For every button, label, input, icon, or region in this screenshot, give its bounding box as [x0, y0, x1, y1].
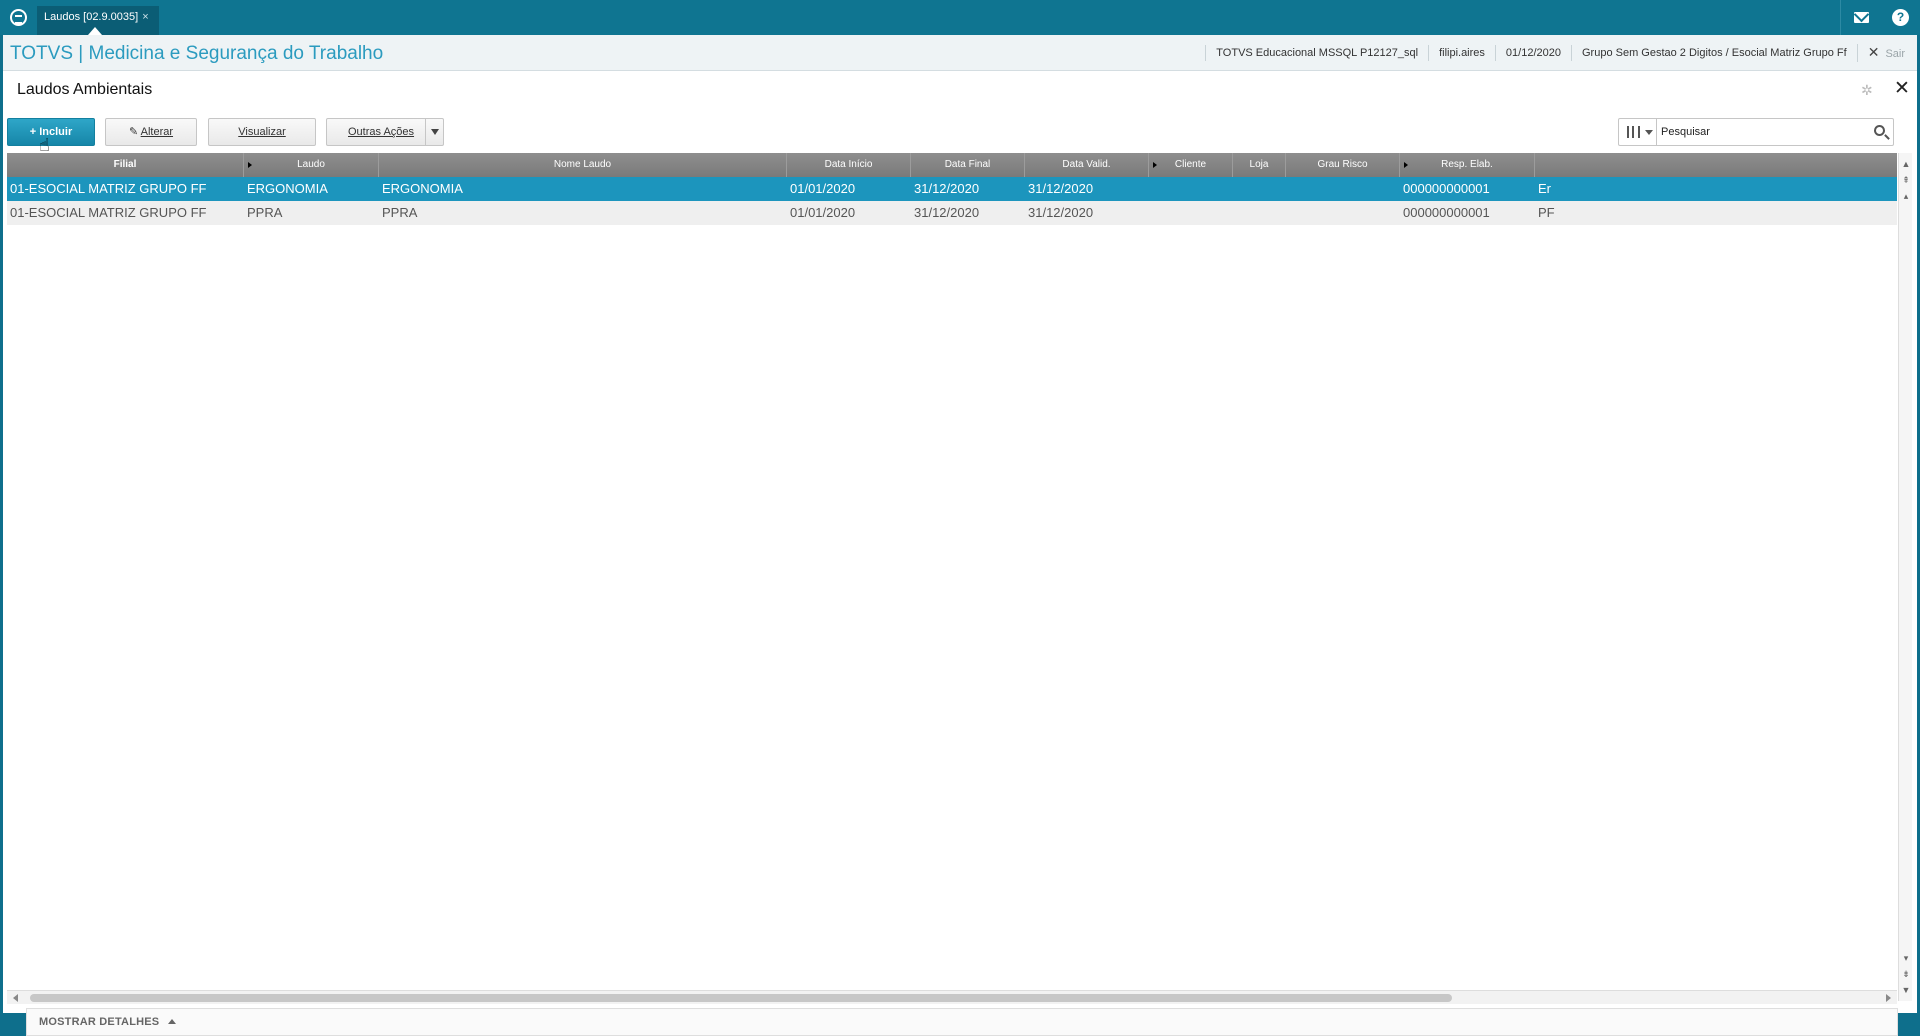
- details-toggle[interactable]: MOSTRAR DETALHES: [26, 1008, 1898, 1036]
- table-row[interactable]: 01-ESOCIAL MATRIZ GRUPO FF PPRA PPRA 01/…: [7, 201, 1897, 225]
- topbar-divider: [1840, 0, 1841, 35]
- cell-filial: 01-ESOCIAL MATRIZ GRUPO FF: [10, 205, 207, 220]
- play-icon: [248, 162, 252, 168]
- scroll-down-icon[interactable]: ▾: [1901, 953, 1911, 963]
- cell-data-inicio: 01/01/2020: [790, 205, 856, 220]
- cell-filial: 01-ESOCIAL MATRIZ GRUPO FF: [10, 181, 207, 196]
- cell-resp-elab: 000000000001: [1403, 205, 1490, 220]
- incluir-button[interactable]: + Incluir: [7, 118, 95, 146]
- col-header-nome-laudo[interactable]: Nome Laudo: [379, 153, 787, 177]
- cell-data-valid: 31/12/2020: [1028, 205, 1094, 220]
- col-header-data-valid[interactable]: Data Valid.: [1025, 153, 1149, 177]
- cell-data-final: 31/12/2020: [914, 205, 980, 220]
- alterar-label: Alterar: [140, 126, 174, 138]
- plus-icon: +: [29, 126, 40, 138]
- info-database: TOTVS Educacional MSSQL P12127_sql: [1205, 45, 1428, 61]
- cell-data-inicio: 01/01/2020: [790, 181, 856, 196]
- cell-laudo: ERGONOMIA: [247, 181, 328, 196]
- scroll-left-icon[interactable]: [13, 994, 18, 1002]
- sair-button[interactable]: ✕ Sair: [1856, 44, 1909, 62]
- cell-grau-risco: [1286, 177, 1400, 201]
- scroll-page-down-icon[interactable]: ⇟: [1901, 969, 1911, 979]
- mostrar-detalhes-label: MOSTRAR DETALHES: [39, 1016, 160, 1028]
- scroll-page-up-icon[interactable]: ⇞: [1901, 175, 1911, 185]
- app-header: TOTVS | Medicina e Segurança do Trabalho…: [3, 35, 1917, 71]
- scroll-up-icon[interactable]: ▴: [1901, 191, 1911, 201]
- app-title: TOTVS | Medicina e Segurança do Trabalho: [10, 43, 384, 64]
- visualizar-label: Visualizar: [238, 126, 286, 138]
- cell-nome-laudo: ERGONOMIA: [382, 181, 463, 196]
- page-title: Laudos Ambientais: [17, 81, 153, 98]
- tab-close-icon[interactable]: ×: [142, 11, 148, 23]
- help-icon[interactable]: ?: [1892, 9, 1909, 26]
- gear-icon[interactable]: ✲: [1861, 83, 1875, 97]
- cell-loja: [1233, 177, 1286, 201]
- horizontal-scrollbar[interactable]: [7, 990, 1897, 1004]
- cell-resp-elab: 000000000001: [1403, 181, 1490, 196]
- vertical-scrollbar[interactable]: ▲ ⇞ ▴ ▾ ⇟ ▼: [1898, 153, 1912, 1001]
- cell-cliente: [1149, 201, 1233, 225]
- col-header-filial[interactable]: Filial: [7, 153, 244, 177]
- horizontal-scroll-thumb[interactable]: [30, 994, 1452, 1002]
- info-company[interactable]: Grupo Sem Gestao 2 Digitos / Esocial Mat…: [1570, 45, 1857, 61]
- cell-data-valid: 31/12/2020: [1028, 181, 1094, 196]
- search-input[interactable]: [1661, 123, 1861, 141]
- col-header-cliente[interactable]: Cliente: [1149, 153, 1233, 177]
- close-page-icon[interactable]: ✕: [1894, 79, 1910, 98]
- col-header-data-inicio[interactable]: Data Início: [787, 153, 911, 177]
- chevron-down-icon: [1645, 130, 1653, 135]
- col-header-loja[interactable]: Loja: [1233, 153, 1286, 177]
- session-info-bar: TOTVS Educacional MSSQL P12127_sql filip…: [1205, 35, 1909, 71]
- scroll-bottom-icon[interactable]: ▼: [1901, 985, 1911, 995]
- col-header-laudo[interactable]: Laudo: [244, 153, 379, 177]
- cell-cliente: [1149, 177, 1233, 201]
- visualizar-button[interactable]: Visualizar: [208, 118, 316, 146]
- chevron-up-icon: [168, 1019, 176, 1024]
- info-date: 01/12/2020: [1494, 45, 1571, 61]
- cell-nome-laudo: PPRA: [382, 205, 418, 220]
- col-header-data-final[interactable]: Data Final: [911, 153, 1025, 177]
- col-header-grau-risco[interactable]: Grau Risco: [1286, 153, 1400, 177]
- cell-data-final: 31/12/2020: [914, 181, 980, 196]
- col-header-extra: [1535, 153, 1897, 177]
- columns-icon: [1627, 126, 1640, 138]
- table-row[interactable]: 01-ESOCIAL MATRIZ GRUPO FF ERGONOMIA ERG…: [7, 177, 1897, 201]
- outras-acoes-label: Outras Ações: [348, 126, 415, 138]
- close-icon: ✕: [1867, 44, 1880, 60]
- main-window: TOTVS | Medicina e Segurança do Trabalho…: [3, 35, 1917, 1036]
- mail-icon[interactable]: [1854, 12, 1869, 23]
- laudos-grid: Filial Laudo Nome Laudo Data Início Data…: [7, 153, 1897, 989]
- cell-loja: [1233, 201, 1286, 225]
- play-icon: [1153, 162, 1157, 168]
- top-bar: Laudos [02.9.0035] × ?: [0, 0, 1920, 35]
- search-box: [1618, 118, 1894, 146]
- pencil-icon: ✎: [128, 126, 141, 138]
- cell-extra: PF: [1538, 205, 1555, 220]
- tab-label: Laudos [02.9.0035]: [44, 11, 139, 23]
- totvs-logo-icon[interactable]: [10, 9, 27, 26]
- info-user: filipi.aires: [1428, 45, 1495, 61]
- sair-label: Sair: [1885, 48, 1905, 60]
- grid-header: Filial Laudo Nome Laudo Data Início Data…: [7, 153, 1897, 177]
- scroll-right-icon[interactable]: [1886, 994, 1891, 1002]
- cell-grau-risco: [1286, 201, 1400, 225]
- alterar-button[interactable]: ✎ Alterar: [105, 118, 197, 146]
- search-icon[interactable]: [1874, 125, 1885, 136]
- chevron-down-icon[interactable]: [425, 119, 443, 145]
- cell-extra: Er: [1538, 181, 1551, 196]
- active-tab-caret: [88, 27, 102, 35]
- outras-acoes-button[interactable]: Outras Ações: [326, 118, 444, 146]
- column-selector-button[interactable]: [1619, 119, 1657, 145]
- cell-laudo: PPRA: [247, 205, 283, 220]
- play-icon: [1404, 162, 1408, 168]
- scroll-top-icon[interactable]: ▲: [1901, 159, 1911, 169]
- col-header-resp-elab[interactable]: Resp. Elab.: [1400, 153, 1535, 177]
